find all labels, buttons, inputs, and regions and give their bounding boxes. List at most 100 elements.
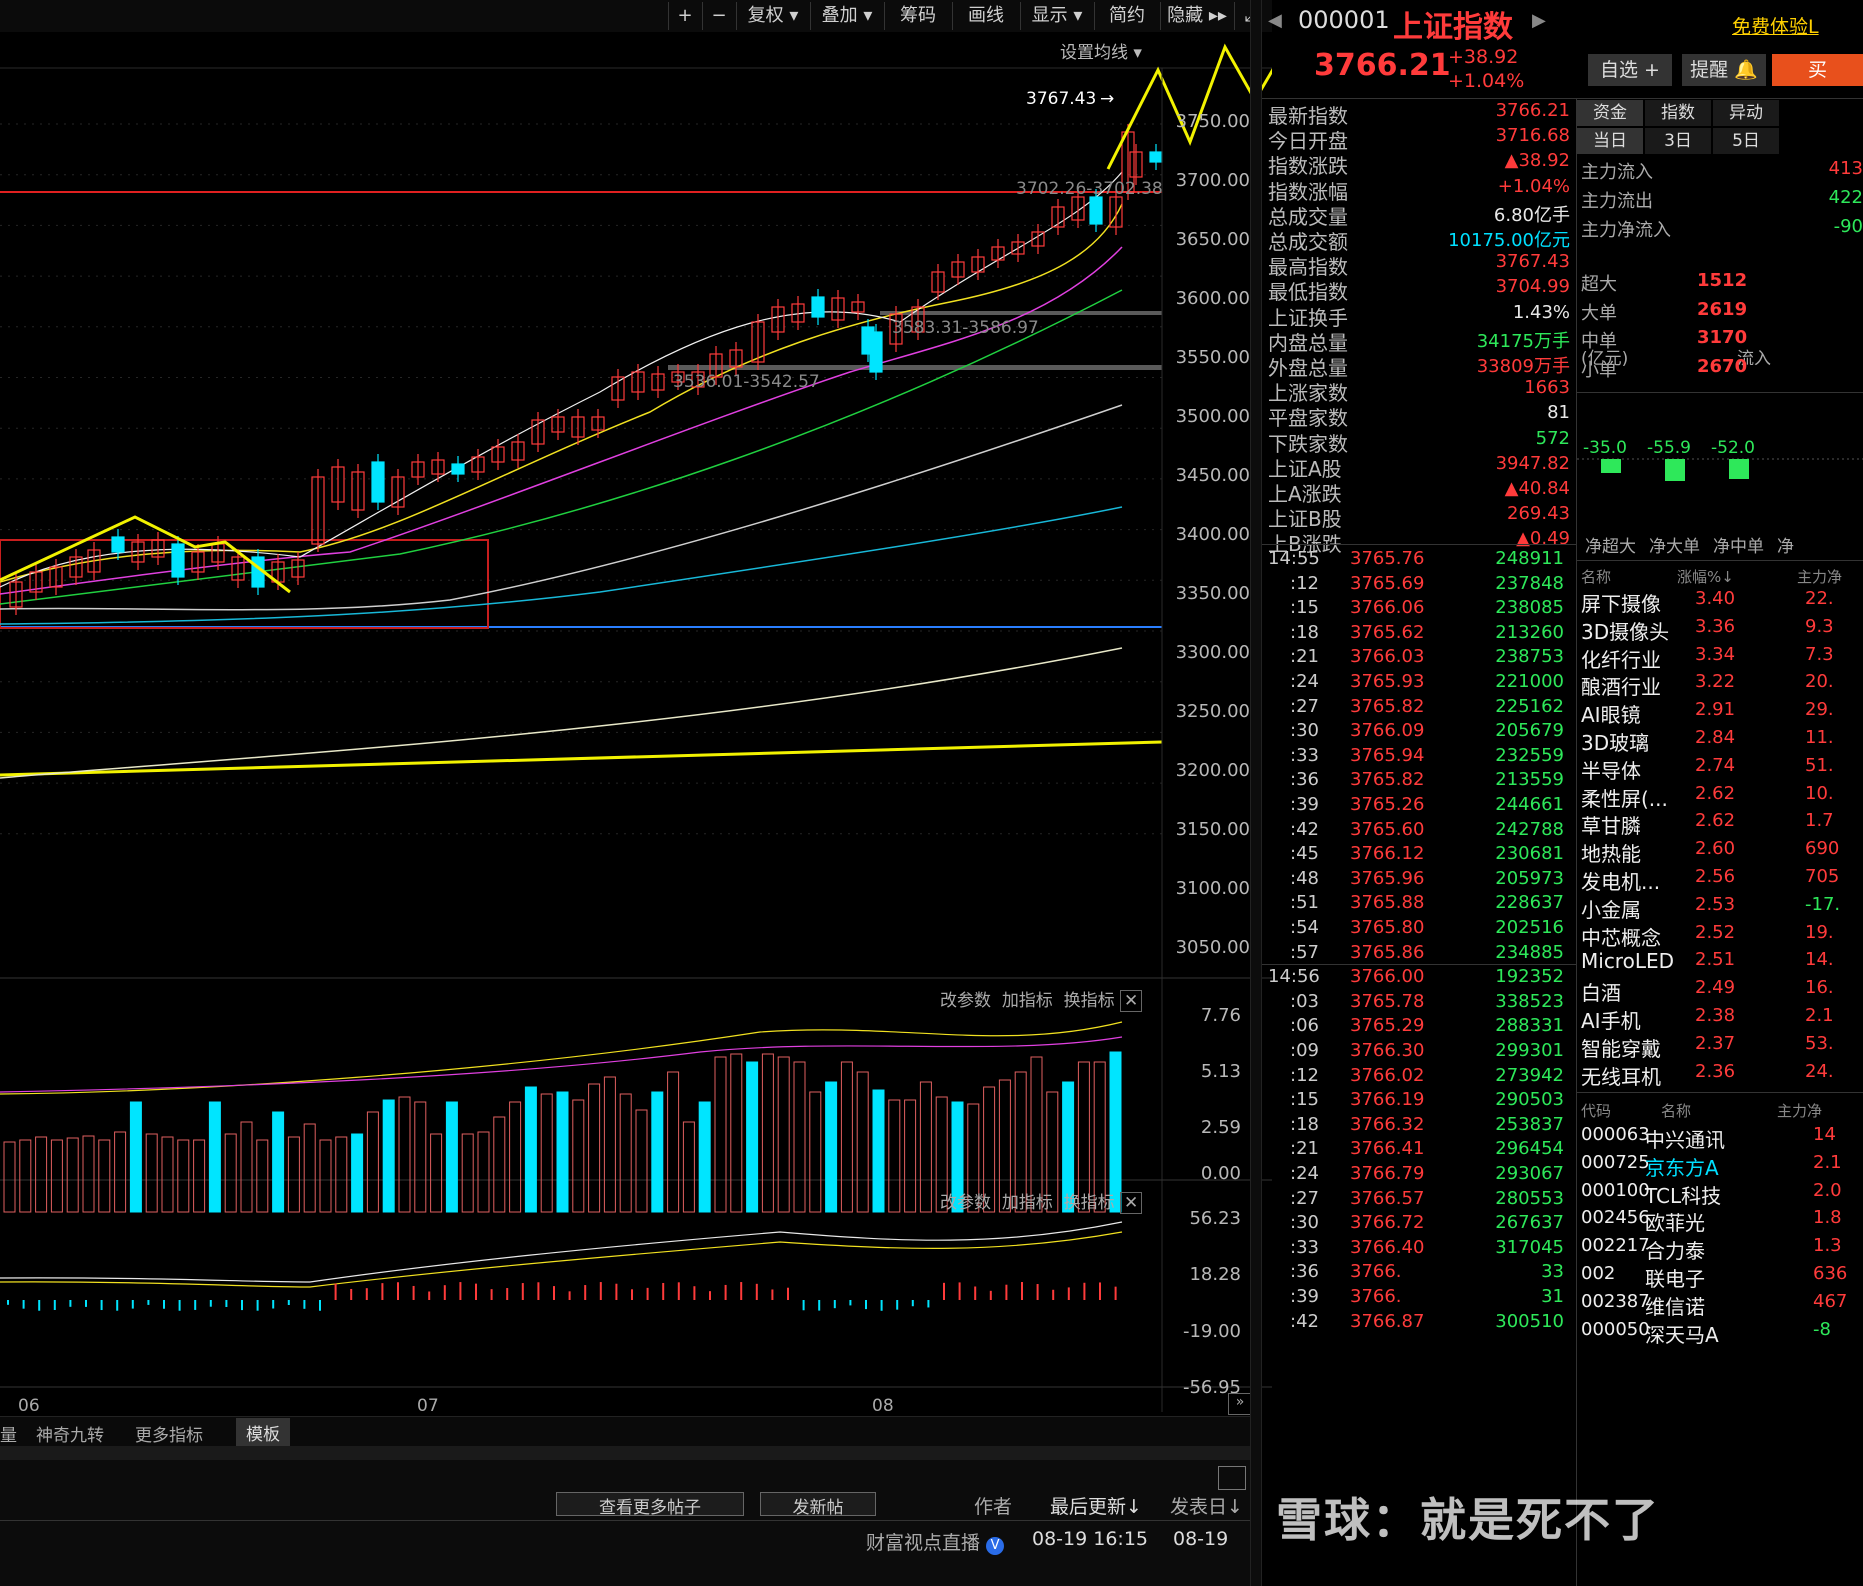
tick-price: 3765.82 (1350, 695, 1425, 717)
sector-row[interactable]: 酿酒行业 3.22 20. (1577, 671, 1863, 699)
live-link[interactable]: 财富视点直播 V (866, 1528, 1005, 1555)
tick-time: :15 (1290, 1089, 1319, 1111)
volume-bar (114, 1131, 127, 1213)
stock-row[interactable]: 002387 维信诺 467 (1577, 1290, 1863, 1319)
stock-row[interactable]: 002 联电子 636 (1577, 1263, 1863, 1291)
stock-name: 深天马A (1645, 1322, 1719, 1347)
swap-indicator-button[interactable]: 换指标 (1064, 1193, 1115, 1213)
sector-row[interactable]: 智能穿戴 2.37 53. (1577, 1032, 1863, 1061)
flow-tab[interactable]: 指数 (1645, 100, 1711, 126)
period-tab[interactable]: 3日 (1645, 128, 1711, 154)
tab-volume[interactable]: 量 (0, 1421, 17, 1446)
tab-nine-turn[interactable]: 神奇九转 (36, 1421, 104, 1446)
edit-params-button[interactable]: 改参数 (940, 1193, 991, 1213)
stock-row[interactable]: 002456 欧菲光 1.8 (1577, 1207, 1863, 1235)
sector-row[interactable]: 发电机... 2.56 705 (1577, 866, 1863, 894)
sector-flow: 705 (1805, 866, 1840, 887)
zoom-in-button[interactable]: + (668, 2, 701, 30)
fuquan-dropdown[interactable]: 复权 ▾ (736, 2, 809, 30)
draw-line-button[interactable]: 画线 (952, 2, 1019, 30)
add-watchlist-button[interactable]: 自选 + (1588, 54, 1672, 86)
sector-row[interactable]: 3D摄像头 3.36 9.3 (1577, 616, 1863, 644)
zoom-out-button[interactable]: − (702, 2, 735, 30)
volume-bar (414, 1101, 427, 1213)
stock-code: 000001 (1298, 6, 1390, 34)
sector-row[interactable]: 草甘膦 2.62 1.7 (1577, 810, 1863, 838)
tick-volume: 253837 (1495, 1113, 1564, 1135)
scroll-right-icon[interactable]: » (1228, 1393, 1252, 1415)
sector-flow: 16. (1805, 977, 1834, 999)
stock-row[interactable]: 000063 中兴通讯 14 (1577, 1124, 1863, 1152)
sector-row[interactable]: AI眼镜 2.91 29. (1577, 699, 1863, 727)
sector-header[interactable]: 涨幅%↓ (1677, 566, 1734, 587)
add-indicator-button[interactable]: 加指标 (1002, 1193, 1053, 1213)
stat-value: 3716.68 (1495, 125, 1570, 147)
tab-template[interactable]: 模板 (236, 1418, 290, 1447)
volume-bar (35, 1136, 48, 1213)
net-bar (1729, 459, 1749, 479)
sector-pct: 2.56 (1695, 866, 1736, 887)
buy-button[interactable]: 买 (1772, 54, 1863, 86)
next-icon[interactable]: ▶ (1532, 10, 1546, 31)
prev-icon[interactable]: ◀ (1268, 10, 1282, 31)
volume-bar (714, 1056, 727, 1213)
close-icon[interactable]: ✕ (1120, 1192, 1143, 1214)
sector-row[interactable]: 半导体 2.74 51. (1577, 755, 1863, 783)
kline-chart[interactable]: 3767.43 → 3702.26-3702.38 3583.31-3586.9… (0, 32, 1272, 1452)
volume-bar (761, 1053, 774, 1213)
sector-row[interactable]: AI手机 2.38 2.1 (1577, 1005, 1863, 1033)
sector-row[interactable]: 白酒 2.49 16. (1577, 977, 1863, 1005)
period-tab[interactable]: 当日 (1577, 128, 1643, 154)
sector-row[interactable]: 化纤行业 3.34 7.3 (1577, 644, 1863, 672)
close-icon[interactable]: ✕ (1120, 990, 1143, 1012)
tick-time: :42 (1290, 818, 1319, 840)
sector-row[interactable]: 无线耳机 2.36 24. (1577, 1061, 1863, 1089)
free-trial-link[interactable]: 免费体验L (1732, 12, 1819, 39)
edit-params-button[interactable]: 改参数 (940, 991, 991, 1011)
minimize-icon[interactable] (1218, 1466, 1246, 1490)
swap-indicator-button[interactable]: 换指标 (1064, 991, 1115, 1011)
author-header[interactable]: 作者 (974, 1492, 1012, 1519)
period-tab[interactable]: 5日 (1713, 128, 1779, 154)
price-tick: 3650.00 (1175, 229, 1250, 250)
stock-row[interactable]: 002217 合力泰 1.3 (1577, 1235, 1863, 1263)
sector-row[interactable]: MicroLED 2.51 14. (1577, 949, 1863, 976)
sector-row[interactable]: 小金属 2.53 -17. (1577, 894, 1863, 922)
quote-panel: ◀ 000001 上证指数 ▶ 免费体验L 3766.21 +38.92 +1.… (1262, 0, 1863, 1586)
sector-row[interactable]: 地热能 2.60 690 (1577, 838, 1863, 866)
splitter[interactable] (0, 1446, 1250, 1460)
sector-pct: 2.37 (1695, 1032, 1736, 1054)
sector-row[interactable]: 屏下摄像 3.40 22. (1577, 588, 1863, 616)
tick-price: 3765.93 (1350, 671, 1425, 692)
sector-row[interactable]: 中芯概念 2.52 19. (1577, 922, 1863, 950)
stock-code: 002387 (1581, 1290, 1650, 1312)
display-dropdown[interactable]: 显示 ▾ (1020, 2, 1093, 30)
simple-button[interactable]: 简约 (1094, 2, 1159, 30)
post-date-header[interactable]: 发表日↓ (1170, 1492, 1243, 1519)
more-posts-button[interactable]: 查看更多帖子 (556, 1492, 744, 1518)
stat-value: 6.80亿手 (1493, 204, 1570, 226)
candle-body (111, 536, 125, 553)
tick-price: 3766.79 (1350, 1163, 1425, 1184)
flow-tab[interactable]: 资金 (1577, 100, 1643, 126)
sector-row[interactable]: 柔性屏(... 2.62 10. (1577, 783, 1863, 811)
chip-button[interactable]: 筹码 (884, 2, 951, 30)
flow-tab[interactable]: 异动 (1713, 100, 1779, 126)
last-update-header[interactable]: 最后更新↓ (1050, 1492, 1142, 1519)
stock-row[interactable]: 000050 深天马A -8 (1577, 1319, 1863, 1347)
panel-splitter[interactable] (1250, 0, 1262, 1586)
volume-bar (366, 1111, 379, 1213)
remind-button[interactable]: 提醒 🔔 (1682, 54, 1766, 86)
sector-pct: 2.49 (1695, 977, 1736, 999)
sector-row[interactable]: 3D玻璃 2.84 11. (1577, 727, 1863, 755)
stock-row[interactable]: 000725 京东方A 2.1 (1577, 1152, 1863, 1180)
new-post-button[interactable]: 发新帖 (760, 1492, 876, 1518)
tick-price: 3765.78 (1350, 990, 1425, 1012)
tab-more-indicators[interactable]: 更多指标 (135, 1421, 203, 1446)
overlay-dropdown[interactable]: 叠加 ▾ (810, 2, 883, 30)
ma-line (0, 171, 1123, 588)
tick-time: :27 (1290, 695, 1319, 717)
stock-code: 002 (1581, 1263, 1616, 1284)
add-indicator-button[interactable]: 加指标 (1002, 991, 1053, 1011)
stock-row[interactable]: 000100 TCL科技 2.0 (1577, 1180, 1863, 1208)
